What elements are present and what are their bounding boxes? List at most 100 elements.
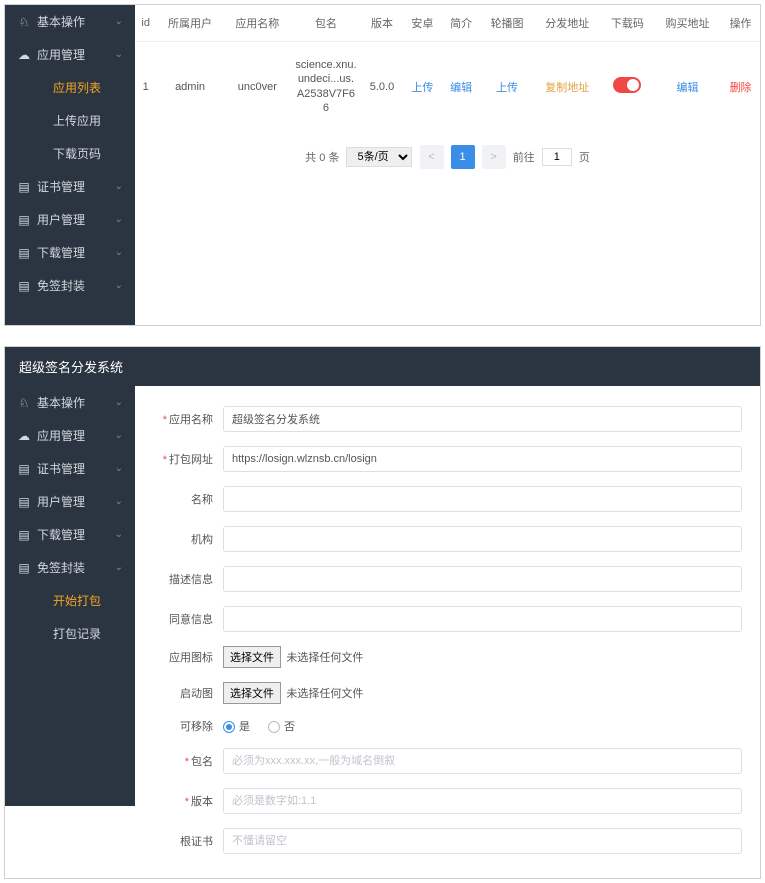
pager-page-1[interactable]: 1 [451, 145, 475, 169]
radio-yes[interactable]: 是 [223, 718, 250, 734]
input-app-name[interactable] [223, 406, 742, 432]
sidebar-item-label: 免签封装 [37, 559, 85, 576]
cell-pkg: science.xnu.undeci...us.A2538V7F66 [291, 42, 361, 132]
cell-id: 1 [135, 42, 156, 132]
input-pkg[interactable] [223, 748, 742, 774]
choose-file-splash[interactable]: 选择文件 [223, 682, 281, 704]
file-status-icon: 未选择任何文件 [286, 652, 363, 664]
sidebar-item-证书管理[interactable]: ▤证书管理⌄ [5, 170, 135, 203]
table-row: 1 admin unc0ver science.xnu.undeci...us.… [135, 42, 760, 132]
label-removable: 可移除 [153, 718, 223, 734]
sidebar-item-证书管理[interactable]: ▤证书管理⌄ [5, 452, 135, 485]
download-code-switch[interactable] [613, 77, 641, 93]
col-header: 购买地址 [654, 5, 721, 42]
input-url[interactable] [223, 446, 742, 472]
panel-app-list: ♘基本操作⌄☁应用管理⌄应用列表上传应用下载页码▤证书管理⌄▤用户管理⌄▤下载管… [4, 4, 761, 326]
sidebar-item-免签封装[interactable]: ▤ 免签封装 ⌄ [5, 551, 135, 584]
sidebar-item-label: 下载页码 [53, 145, 101, 162]
chevron-down-icon: ⌄ [115, 16, 123, 27]
pagination: 共 0 条 5条/页 < 1 > 前往 页 [135, 131, 760, 183]
android-upload-link[interactable]: 上传 [411, 82, 433, 94]
col-header: 下载码 [601, 5, 654, 42]
input-agree[interactable] [223, 606, 742, 632]
sidebar-item-label: 用户管理 [37, 211, 85, 228]
cell-app: unc0ver [224, 42, 291, 132]
content-area: id所属用户应用名称包名版本安卓简介轮播图分发地址下载码购买地址操作 1 adm… [135, 5, 760, 325]
col-header: 包名 [291, 5, 361, 42]
sidebar-item-应用列表[interactable]: 应用列表 [5, 71, 135, 104]
chevron-down-icon: ⌄ [115, 280, 123, 291]
input-desc[interactable] [223, 566, 742, 592]
label-desc: 描述信息 [153, 571, 223, 587]
input-name[interactable] [223, 486, 742, 512]
label-pkg: 包名 [153, 753, 223, 769]
chevron-down-icon: ⌄ [115, 397, 123, 408]
cloud-icon: ☁ [17, 429, 31, 443]
col-header: id [135, 5, 156, 42]
radio-no[interactable]: 否 [268, 718, 295, 734]
chevron-down-icon: ⌄ [115, 529, 123, 540]
col-header: 操作 [721, 5, 760, 42]
chevron-down-icon: ⌄ [115, 562, 123, 573]
sidebar: ♘基本操作⌄☁应用管理⌄▤证书管理⌄▤用户管理⌄▤下载管理⌄▤免签封装⌄开始打包… [5, 386, 135, 806]
pager-next[interactable]: > [482, 145, 506, 169]
delete-link[interactable]: 删除 [730, 82, 752, 94]
sidebar-item-开始打包[interactable]: 开始打包 [5, 584, 135, 617]
input-ver[interactable] [223, 788, 742, 814]
col-header: 简介 [442, 5, 481, 42]
sidebar-item-免签封装[interactable]: ▤免签封装⌄ [5, 269, 135, 302]
sidebar-item-label: 下载管理 [37, 526, 85, 543]
app-table: id所属用户应用名称包名版本安卓简介轮播图分发地址下载码购买地址操作 1 adm… [135, 5, 760, 131]
chevron-down-icon: ⌄ [115, 496, 123, 507]
sidebar-item-应用管理[interactable]: ☁应用管理⌄ [5, 38, 135, 71]
sidebar-item-label: 上传应用 [53, 112, 101, 129]
user-icon: ♘ [17, 396, 31, 410]
choose-file-icon[interactable]: 选择文件 [223, 646, 281, 668]
dist-copy-link[interactable]: 复制地址 [545, 82, 589, 94]
chevron-down-icon: ⌄ [115, 463, 123, 474]
sidebar-item-基本操作[interactable]: ♘基本操作⌄ [5, 5, 135, 38]
col-header: 安卓 [403, 5, 442, 42]
sidebar-item-应用管理[interactable]: ☁应用管理⌄ [5, 419, 135, 452]
sidebar: ♘基本操作⌄☁应用管理⌄应用列表上传应用下载页码▤证书管理⌄▤用户管理⌄▤下载管… [5, 5, 135, 325]
sidebar-item-label: 打包记录 [53, 625, 101, 642]
buy-edit-link[interactable]: 编辑 [677, 82, 699, 94]
pager-unit: 页 [579, 149, 590, 165]
carousel-upload-link[interactable]: 上传 [496, 82, 518, 94]
sidebar-item-label: 证书管理 [37, 178, 85, 195]
sidebar-item-下载管理[interactable]: ▤ 下载管理 ⌄ [5, 518, 135, 551]
doc-icon: ▤ [17, 528, 31, 542]
cell-ver: 5.0.0 [361, 42, 403, 132]
doc-icon: ▤ [17, 180, 31, 194]
label-splash: 启动图 [153, 685, 223, 701]
label-org: 机构 [153, 531, 223, 547]
sidebar-item-label: 应用列表 [53, 79, 101, 96]
col-header: 分发地址 [534, 5, 601, 42]
input-cert[interactable] [223, 828, 742, 854]
chevron-down-icon: ⌄ [115, 247, 123, 258]
sidebar-item-下载管理[interactable]: ▤下载管理⌄ [5, 236, 135, 269]
sidebar-item-上传应用[interactable]: 上传应用 [5, 104, 135, 137]
sidebar-item-下载页码[interactable]: 下载页码 [5, 137, 135, 170]
sidebar-item-打包记录[interactable]: 打包记录 [5, 617, 135, 650]
form-area: 应用名称 打包网址 名称 机构 描述信息 同意信息 应用图标 选择文件 未选择 [135, 386, 760, 878]
sidebar-item-用户管理[interactable]: ▤用户管理⌄ [5, 485, 135, 518]
sidebar-item-label: 免签封装 [37, 277, 85, 294]
sidebar-item-基本操作[interactable]: ♘基本操作⌄ [5, 386, 135, 419]
doc-icon: ▤ [17, 561, 31, 575]
input-org[interactable] [223, 526, 742, 552]
panel-package: 超级签名分发系统 ♘基本操作⌄☁应用管理⌄▤证书管理⌄▤用户管理⌄▤下载管理⌄▤… [4, 346, 761, 879]
intro-edit-link[interactable]: 编辑 [450, 82, 472, 94]
pager-prev[interactable]: < [420, 145, 444, 169]
label-icon: 应用图标 [153, 649, 223, 665]
cell-user: admin [156, 42, 223, 132]
doc-icon: ▤ [17, 213, 31, 227]
label-agree: 同意信息 [153, 611, 223, 627]
pager-goto-input[interactable] [542, 148, 572, 166]
sidebar-item-label: 应用管理 [37, 46, 85, 63]
file-status-splash: 未选择任何文件 [286, 688, 363, 700]
label-name: 名称 [153, 491, 223, 507]
sidebar-item-用户管理[interactable]: ▤用户管理⌄ [5, 203, 135, 236]
doc-icon: ▤ [17, 495, 31, 509]
page-size-select[interactable]: 5条/页 [346, 147, 412, 167]
